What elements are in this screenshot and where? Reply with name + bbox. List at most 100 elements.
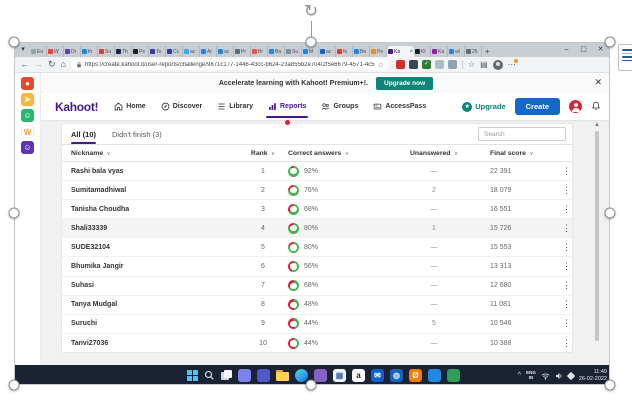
browser-tab[interactable]: Kl (414, 46, 431, 57)
favorites-icon[interactable]: ☆ (468, 60, 475, 69)
round-extension-icon[interactable] (448, 60, 457, 69)
browser-tab[interactable]: Pe (370, 46, 387, 57)
home-icon[interactable]: ⌂ (61, 60, 66, 69)
row-menu-icon[interactable]: ⋮ (562, 281, 579, 290)
pen-battery-icon[interactable] (567, 371, 575, 379)
browser-tab[interactable]: Dr (64, 46, 81, 57)
kahoot-logo[interactable]: Kahoot! (55, 100, 98, 114)
selection-handle-bottom-left[interactable] (9, 380, 20, 391)
selection-handle-top-left[interactable] (9, 37, 20, 48)
browser-tab[interactable]: M (302, 46, 319, 57)
table-row[interactable]: SUDE32104580%—15 553⋮ (62, 238, 572, 257)
shortcut-arrow-app[interactable]: ➤ (21, 93, 34, 106)
taskbar-clock[interactable]: 11:49 26-02-2022 (579, 369, 607, 382)
gray-extension-icon[interactable] (435, 60, 444, 69)
browser-tab[interactable]: W (47, 46, 64, 57)
teams-icon[interactable] (257, 369, 270, 382)
column-header-rank[interactable]: Rank ∨ (238, 150, 288, 157)
column-header-unanswered[interactable]: Unanswered ∨ (392, 150, 476, 157)
edge-icon[interactable] (295, 369, 308, 382)
amazon-icon[interactable]: a (352, 369, 365, 382)
wifi-icon[interactable] (541, 372, 550, 380)
browser-tab[interactable]: Pr (234, 46, 251, 57)
shortcut-w-app[interactable]: W (21, 125, 34, 138)
browser-tab[interactable]: fo (336, 46, 353, 57)
browser-tab[interactable]: th (81, 46, 98, 57)
shortcut-green-app[interactable]: ☺ (21, 109, 34, 122)
blue-app-icon[interactable] (428, 369, 441, 382)
language-indicator[interactable]: ENG IN (526, 371, 536, 381)
favorite-star-icon[interactable]: ☆ (378, 61, 384, 69)
forward-icon[interactable]: → (34, 60, 43, 69)
dark-extension-icon[interactable] (409, 60, 418, 69)
table-row[interactable]: Shali33339480%115 726⋮ (62, 219, 572, 238)
row-menu-icon[interactable]: ⋮ (562, 205, 579, 214)
selection-handle-mid-left[interactable] (9, 208, 20, 219)
green-app-icon[interactable] (447, 369, 460, 382)
tab-search-icon[interactable]: ▾ (18, 45, 28, 55)
globe-app-icon[interactable]: ◍ (390, 369, 403, 382)
file-explorer-icon[interactable] (276, 370, 289, 381)
row-menu-icon[interactable]: ⋮ (562, 243, 579, 252)
browser-tab[interactable]: Th (115, 46, 132, 57)
upgrade-button[interactable]: ★ Upgrade (462, 102, 505, 112)
report-tab[interactable]: Didn't finish (3) (112, 130, 162, 144)
selection-handle-mid-right[interactable] (605, 208, 616, 219)
refresh-icon[interactable]: ↻ (48, 60, 56, 69)
row-menu-icon[interactable]: ⋮ (562, 339, 579, 348)
column-header-final-score[interactable]: Final score ∨ (476, 150, 562, 157)
nav-item-home[interactable]: Home (114, 93, 145, 120)
minimize-button[interactable]: – (558, 43, 575, 57)
tray-chevron-icon[interactable]: ^ (518, 372, 521, 379)
browser-tab[interactable]: Cc (166, 46, 183, 57)
row-menu-icon[interactable]: ⋮ (562, 167, 579, 176)
shortcut-purple-app[interactable]: ☺ (21, 141, 34, 154)
check-extension-icon[interactable]: ✓ (422, 60, 431, 69)
task-view-icon[interactable] (221, 370, 232, 381)
browser-tab[interactable]: 25 (465, 46, 482, 57)
new-tab-button[interactable]: + (485, 47, 490, 56)
column-header-correct-answers[interactable]: Correct answers ∨ (288, 150, 392, 157)
browser-tab[interactable]: Pe (132, 46, 149, 57)
page-scrollbar[interactable] (595, 131, 599, 341)
column-header-nickname[interactable]: Nickname ∨ (62, 150, 238, 157)
browser-tab[interactable]: Ar (200, 46, 217, 57)
table-row[interactable]: Rashi bala vyas192%—22 391⋮ (62, 162, 572, 181)
shortcut-red-app[interactable]: ● (21, 77, 34, 90)
browser-profile-avatar[interactable] (493, 60, 503, 70)
selection-handle-top-center[interactable] (306, 37, 317, 48)
calendar-app-icon[interactable]: ▦ (333, 369, 346, 382)
mcafee-extension-icon[interactable] (396, 60, 405, 69)
browser-tab[interactable]: En (30, 46, 47, 57)
address-bar[interactable]: https://create.kahoot.it/user-reports/ch… (71, 59, 389, 70)
browser-tab[interactable]: To (149, 46, 166, 57)
start-button[interactable] (187, 370, 198, 381)
purple-app-icon[interactable] (314, 369, 327, 382)
banner-close-icon[interactable]: ✕ (594, 77, 602, 88)
browser-tab[interactable]: Be (353, 46, 370, 57)
nav-item-groups[interactable]: Groups (321, 93, 358, 120)
browser-tab[interactable]: Su (98, 46, 115, 57)
table-row[interactable]: Suruchi944%510 546⋮ (62, 315, 572, 334)
table-row[interactable]: Tanisha Choudha368%—16 551⋮ (62, 200, 572, 219)
notifications-bell-icon[interactable] (591, 98, 601, 116)
create-button[interactable]: Create (515, 98, 560, 115)
nav-item-discover[interactable]: Discover (161, 93, 203, 120)
chat-icon[interactable] (238, 369, 251, 382)
tab-close-icon[interactable]: × (409, 49, 413, 55)
table-row[interactable]: Bhumika Jangir656%—13 313⋮ (62, 257, 572, 276)
browser-tab-active[interactable]: Ka× (387, 46, 414, 57)
browser-tab[interactable]: wl (448, 46, 465, 57)
search-input[interactable] (478, 127, 566, 141)
browser-tab[interactable]: ac (183, 46, 200, 57)
selection-handle-bottom-right[interactable] (605, 380, 616, 391)
browser-tab[interactable]: Ba (268, 46, 285, 57)
table-row[interactable]: Tanvi270361044%—10 388⋮ (62, 334, 572, 353)
mail-icon[interactable]: ✉ (371, 369, 384, 382)
table-row[interactable]: Tanya Mudgal848%—11 081⋮ (62, 296, 572, 315)
taskbar-search-icon[interactable] (204, 370, 215, 381)
maximize-button[interactable]: ▢ (575, 43, 592, 57)
collections-icon[interactable]: ▤ (480, 60, 488, 69)
browser-tab[interactable]: ac (319, 46, 336, 57)
back-icon[interactable]: ← (20, 60, 29, 69)
